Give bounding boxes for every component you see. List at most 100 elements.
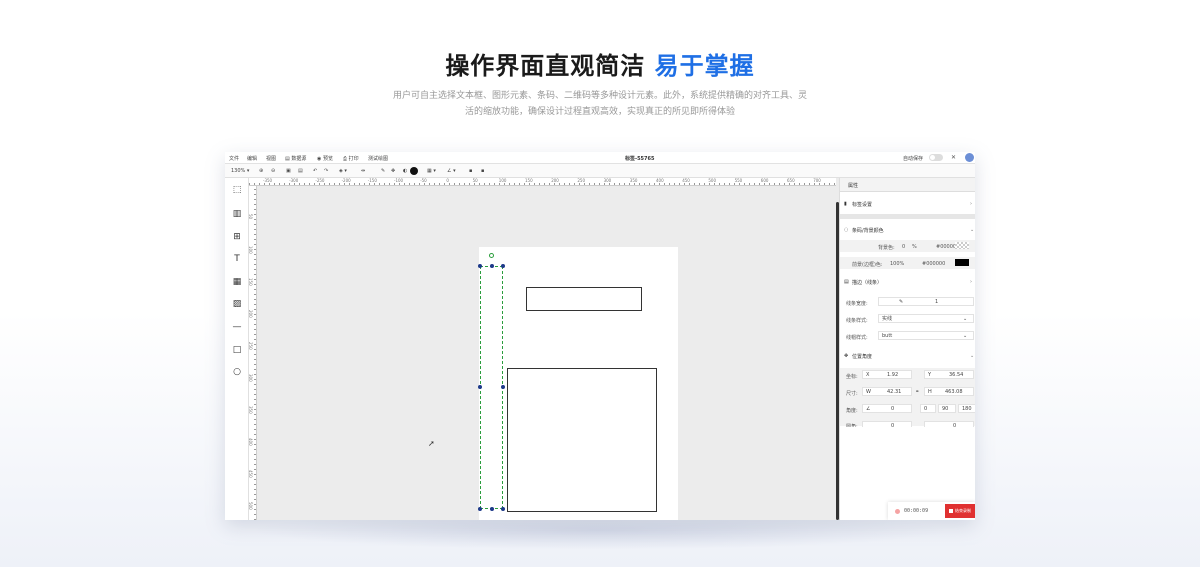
undo-icon[interactable]: ↶ [313, 168, 317, 174]
app-window: 文件 编辑 视图 ▤ 数据源 ◉ 预览 ⎙ 打印 测试绘图 标签-55765 自… [225, 152, 975, 520]
line-width-input[interactable]: ✎ 1 [878, 297, 974, 306]
save-icon[interactable]: ▣ [286, 168, 291, 174]
rectangle-element-small[interactable] [526, 287, 642, 311]
zoom-select[interactable]: 130% ▾ [231, 168, 249, 174]
rectangle-icon[interactable]: □ [230, 344, 244, 356]
resize-handle[interactable] [478, 264, 482, 268]
design-canvas[interactable]: ➚ [258, 186, 836, 520]
pointer-icon[interactable]: ⬚ [230, 184, 244, 196]
ruler-tick-label: 550 [734, 178, 743, 183]
autosave-toggle[interactable] [929, 154, 943, 161]
rotate-handle[interactable] [489, 253, 494, 258]
avatar[interactable] [965, 153, 974, 162]
document-title: 标签-55765 [625, 156, 655, 162]
ruler-tick-label: -100 [394, 178, 404, 183]
ruler-horizontal [249, 178, 836, 186]
line-cap-value: butt [882, 333, 893, 339]
fg-color-label: 前景(边框)色: [852, 262, 883, 268]
h-input[interactable]: H 463.08 [924, 387, 974, 396]
angle-preset-180[interactable]: 180 [958, 404, 975, 413]
w-input[interactable]: W 42.31 [862, 387, 912, 396]
move-icon[interactable]: ✥ [391, 168, 395, 174]
layer-icon[interactable]: ◈ ▾ [339, 168, 347, 174]
image-icon[interactable]: ▨ [230, 298, 244, 310]
ellipse-icon[interactable]: ○ [230, 366, 244, 378]
menu-datasource-label: 数据源 [291, 156, 307, 162]
line-style-select[interactable]: 实线 ⌄ [878, 314, 974, 323]
zoom-in-icon[interactable]: ⊕ [259, 168, 263, 174]
menu-file[interactable]: 文件 [229, 155, 239, 162]
ungroup-icon[interactable]: ▪ [481, 168, 484, 174]
fg-color-swatch[interactable] [955, 259, 969, 266]
menu-view[interactable]: 视图 [266, 155, 276, 162]
menu-preview[interactable]: ◉ 预览 [317, 155, 333, 162]
record-dot-icon [895, 509, 900, 514]
bg-opacity-value[interactable]: 0 [902, 244, 905, 250]
h-value: 463.08 [945, 389, 963, 395]
autosave-label: 自动保存 [903, 156, 924, 162]
fill-icon[interactable]: ◐ [403, 168, 407, 174]
redo-icon[interactable]: ↷ [324, 168, 328, 174]
bg-color-swatch[interactable] [955, 242, 969, 249]
tab-properties-label: 属性 [848, 183, 859, 189]
line-style-icon[interactable]: ∠ ▾ [447, 168, 456, 174]
ruler-tick-label: -200 [341, 178, 351, 183]
save-as-icon[interactable]: ▤ [298, 168, 303, 174]
y-input[interactable]: Y 36.54 [924, 370, 974, 379]
close-icon[interactable]: ✕ [951, 154, 956, 161]
group-icon[interactable]: ▪ [469, 168, 472, 174]
w-value: 42.31 [887, 389, 902, 395]
text-icon[interactable]: T [230, 253, 244, 265]
chevron-right-icon: › [970, 279, 972, 285]
section-border-title: 描边（线条） [852, 280, 883, 286]
resize-handle[interactable] [501, 507, 505, 511]
ruler-tick-label: 150 [248, 278, 253, 286]
section-label-settings[interactable]: ▮ 标签设置 › [840, 198, 975, 210]
resize-handle[interactable] [501, 385, 505, 389]
fg-color-hex[interactable]: #000000 [922, 261, 945, 267]
color-dot-icon[interactable] [410, 167, 418, 175]
menu-print[interactable]: ⎙ 打印 [343, 155, 359, 162]
fg-opacity-value[interactable]: 100% [890, 261, 904, 267]
line-cap-select[interactable]: butt ⌄ [878, 331, 974, 340]
x-input[interactable]: X 1.92 [862, 370, 912, 379]
line-width-value: 1 [935, 299, 939, 305]
zoom-out-icon[interactable]: ⊖ [271, 168, 275, 174]
menu-datasource[interactable]: ▤ 数据源 [285, 155, 306, 162]
ruler-tick-label: -250 [315, 178, 325, 183]
resize-handle[interactable] [490, 264, 494, 268]
ruler-tick-label: 500 [708, 178, 717, 183]
resize-handle[interactable] [478, 507, 482, 511]
align-icon[interactable]: ⇹ [361, 168, 365, 174]
section-border[interactable]: ▤ 描边（线条） › [840, 276, 975, 288]
line-icon[interactable]: — [230, 321, 244, 333]
link-icon[interactable]: ⚭ [915, 389, 919, 395]
section-colors[interactable]: ◌ 条码/背景颜色 ⌄ [840, 224, 975, 236]
angle-value: 0 [891, 406, 895, 412]
section-position[interactable]: ✥ 位置角度 ⌄ [840, 350, 975, 362]
resize-handle[interactable] [478, 385, 482, 389]
tool-palette: ⬚ ▥ ⊞ T ▦ ▨ — □ ○ [225, 178, 249, 520]
qrcode-icon[interactable]: ⊞ [230, 231, 244, 243]
line-style-value: 实线 [882, 316, 893, 322]
menu-edit[interactable]: 编辑 [247, 155, 257, 162]
table-icon[interactable]: ▦ [230, 276, 244, 288]
rectangle-element-large[interactable] [507, 368, 657, 512]
grid-icon[interactable]: ▦ ▾ [427, 168, 436, 174]
menu-test-draw[interactable]: 测试绘图 [368, 155, 388, 162]
resize-handle[interactable] [490, 507, 494, 511]
angle-preset-90[interactable]: 90 [938, 404, 956, 413]
ruler-tick-label: 50 [248, 214, 253, 220]
size-label: 尺寸: [846, 391, 858, 397]
tab-properties[interactable]: 属性 [840, 178, 975, 192]
resize-handle[interactable] [501, 264, 505, 268]
barcode-icon[interactable]: ▥ [230, 208, 244, 220]
selected-element[interactable] [480, 266, 503, 509]
angle-input[interactable]: ∠ 0 [862, 404, 912, 413]
pen-icon[interactable]: ✎ [381, 168, 385, 174]
chevron-down-icon: ⌄ [963, 333, 968, 339]
stop-record-button[interactable]: 结束录制 [945, 504, 975, 518]
angle-preset-0[interactable]: 0 [920, 404, 936, 413]
bg-color-label: 背景色: [878, 245, 895, 251]
toolbar: 130% ▾ ⊕ ⊖ ▣ ▤ ↶ ↷ ◈ ▾ ⇹ ✎ ✥ ◐ ▦ ▾ ∠ ▾ ▪… [225, 164, 975, 178]
